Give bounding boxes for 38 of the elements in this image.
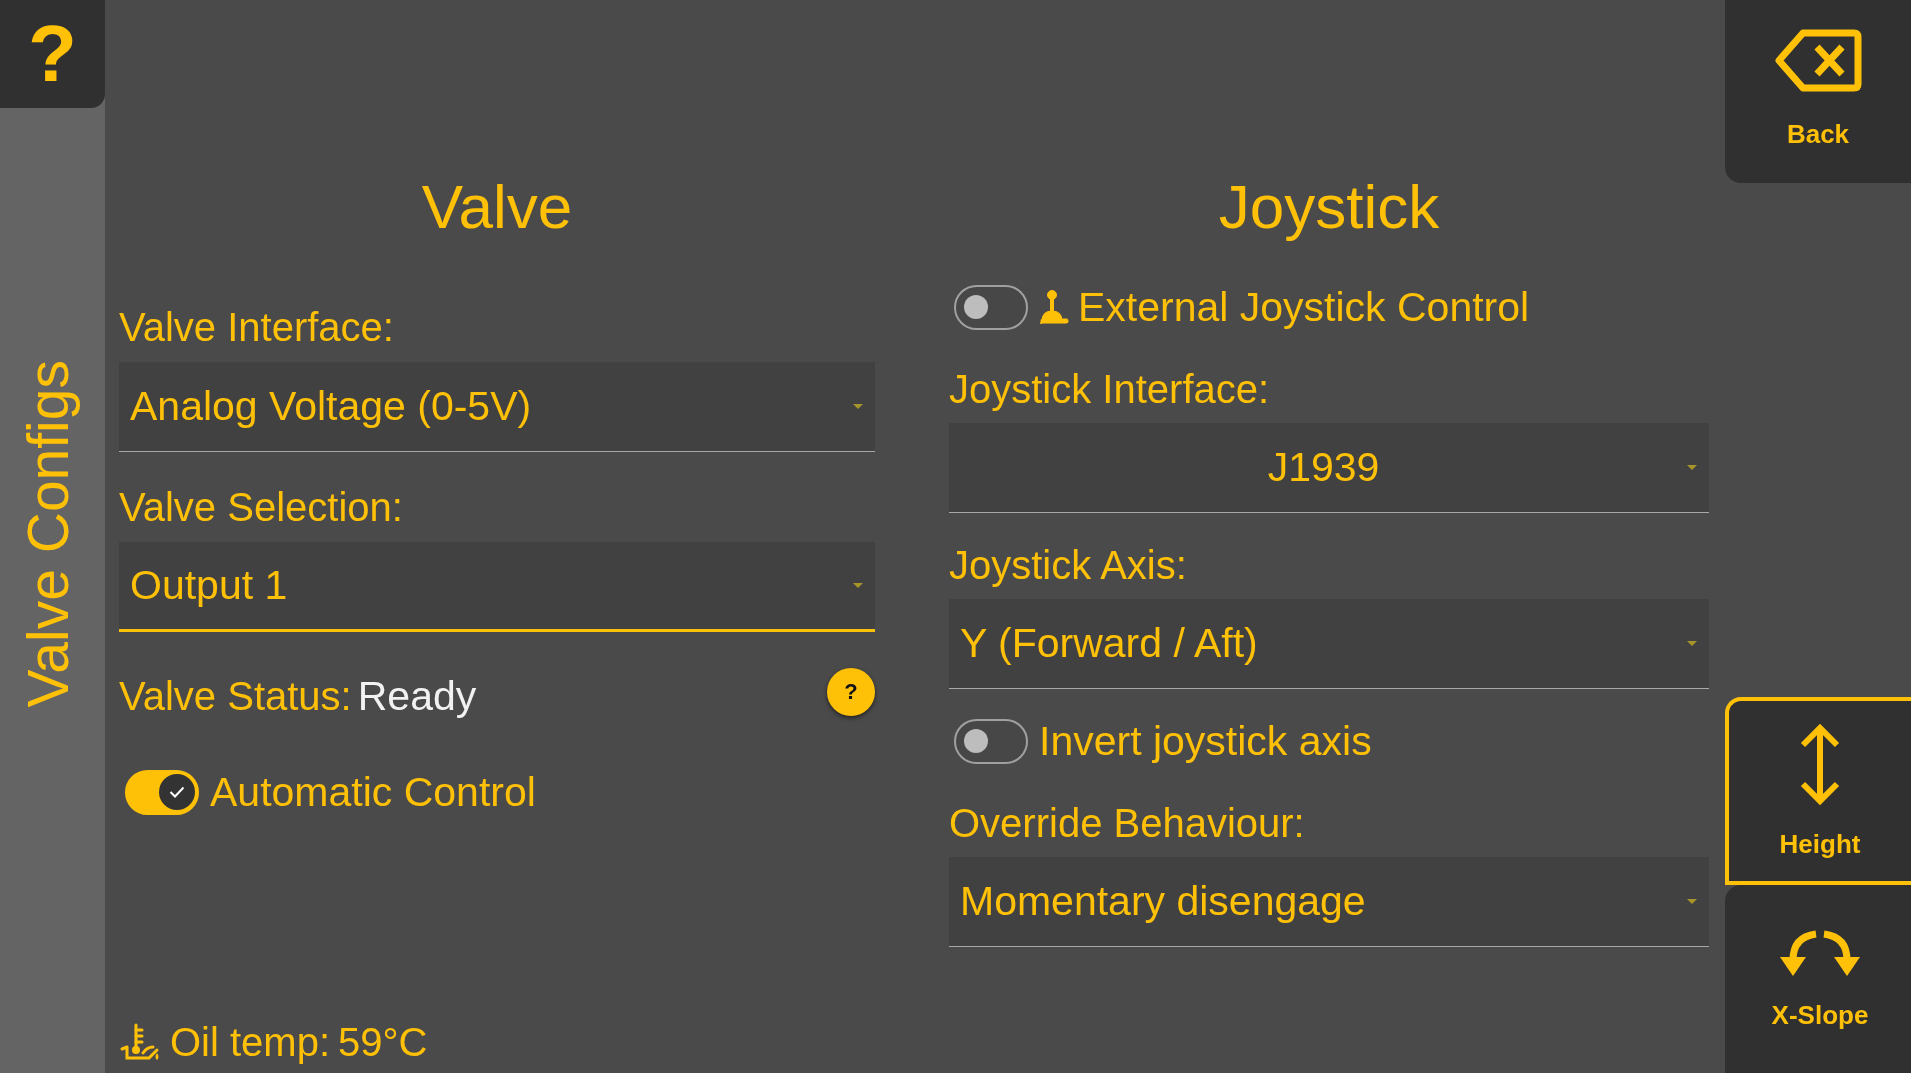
mode-tab[interactable]: X-Slope [1725, 885, 1911, 1073]
field-label: Valve Selection: [119, 484, 403, 531]
page-title: Valve Configs [18, 360, 78, 708]
field-label: Joystick Axis: [949, 542, 1187, 589]
section-title: Valve [421, 171, 573, 243]
caret-icon [1687, 899, 1697, 904]
dropdown[interactable]: Y (Forward / Aft) [949, 599, 1709, 689]
caret-icon [1687, 465, 1697, 470]
field-label: Valve Interface: [119, 304, 394, 351]
section-title: Joystick [1218, 171, 1440, 243]
toggle-switch[interactable] [954, 718, 1028, 764]
field-label: Override Behaviour: [949, 800, 1305, 847]
toggle-switch[interactable] [954, 284, 1028, 330]
backspace-icon [1774, 29, 1862, 92]
check-icon [169, 786, 185, 798]
help-button[interactable]: ? [0, 0, 105, 108]
help-button[interactable]: ? [827, 668, 875, 716]
oil-temp-label: Oil temp: [170, 1019, 331, 1066]
back-button[interactable]: Back [1725, 0, 1911, 183]
dropdown[interactable]: Output 1 [119, 542, 875, 632]
status-value: Ready [357, 672, 477, 720]
dropdown[interactable]: Momentary disengage [949, 857, 1709, 947]
dropdown[interactable]: J1939 [949, 423, 1709, 513]
joystick-icon [1039, 290, 1069, 324]
oil-temperature-icon [119, 1023, 161, 1061]
toggle-label: Invert joystick axis [1039, 717, 1372, 765]
dropdown[interactable]: Analog Voltage (0-5V) [119, 362, 875, 452]
toggle-switch[interactable] [125, 769, 199, 815]
vertical-arrows-icon [1799, 722, 1841, 806]
field-label: Joystick Interface: [949, 366, 1270, 413]
mode-tab[interactable]: Height [1725, 697, 1911, 885]
caret-icon [1687, 641, 1697, 646]
toggle-label: Automatic Control [210, 768, 536, 816]
oil-temp-value: 59°C [338, 1019, 428, 1066]
caret-icon [853, 583, 863, 588]
status-label: Valve Status: [119, 673, 352, 720]
toggle-label: External Joystick Control [1078, 283, 1530, 331]
caret-icon [853, 404, 863, 409]
